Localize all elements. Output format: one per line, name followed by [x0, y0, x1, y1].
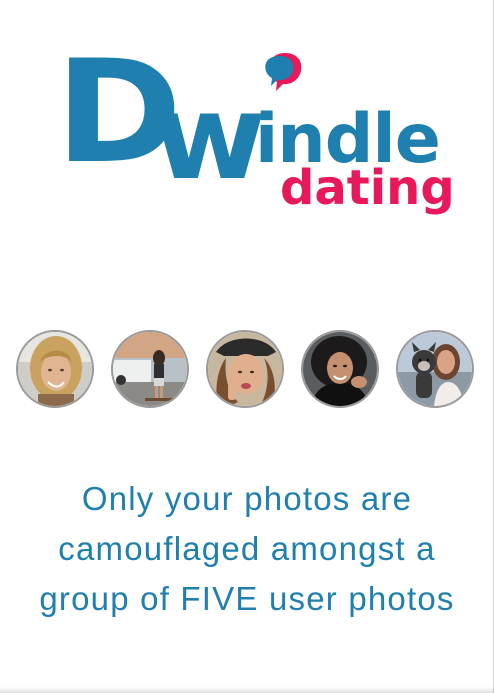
avatar [301, 330, 379, 408]
caption-line-3: group of FIVE user photos [39, 580, 455, 617]
avatar [16, 330, 94, 408]
avatar-row [16, 330, 478, 412]
onboarding-screen: D w indle dating Only your photos are ca… [0, 0, 494, 693]
avatar [111, 330, 189, 408]
avatar [396, 330, 474, 408]
onboarding-caption: Only your photos are camouflaged amongst… [20, 474, 474, 624]
logo-dating-text: dating [280, 160, 455, 216]
caption-line-1: Only your photos are [81, 480, 413, 517]
user-photo-2-icon [113, 332, 187, 406]
caption-line-2: camouflaged amongst a [58, 530, 436, 567]
dwindle-dating-logo: D w indle dating [40, 40, 460, 230]
speech-bubble-icon [265, 53, 302, 91]
user-photo-5-icon [398, 332, 472, 406]
user-photo-3-icon [208, 332, 282, 406]
avatar [206, 330, 284, 408]
user-photo-4-icon [303, 332, 377, 406]
bottom-edge-shadow [0, 687, 494, 693]
logo-letter-w: w [152, 68, 267, 206]
user-photo-1-icon [18, 332, 92, 406]
